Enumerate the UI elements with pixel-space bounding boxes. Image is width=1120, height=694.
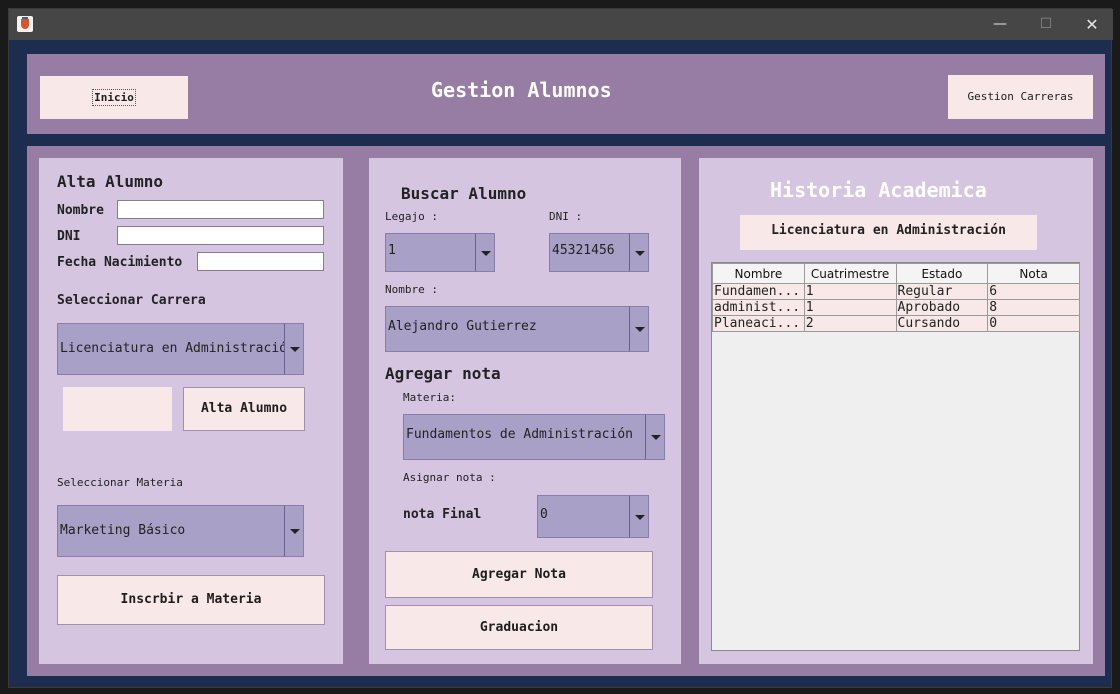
title-bar: — ☐ ✕ [9, 9, 1113, 40]
dni-input[interactable] [117, 226, 324, 245]
chevron-down-icon[interactable] [475, 233, 495, 272]
nombre-select[interactable]: Alejandro Gutierrez [385, 306, 649, 352]
alta-alumno-button[interactable]: Alta Alumno [183, 387, 305, 431]
header-panel: Inicio Gestion Alumnos Gestion Carreras [27, 54, 1105, 134]
empty-box [63, 387, 172, 431]
app-window: — ☐ ✕ Inicio Gestion Alumnos Gestion Car… [8, 8, 1113, 688]
agregar-nota-button[interactable]: Agregar Nota [385, 551, 653, 598]
main-area: Alta Alumno Nombre DNI Fecha Nacimiento … [27, 146, 1105, 676]
table-cell[interactable]: Regular [895, 283, 989, 300]
column-header[interactable]: Nombre [712, 263, 805, 284]
historia-grid: Nombre Cuatrimestre Estado Nota Fundamen… [712, 263, 1080, 332]
materia-select-value: Marketing Básico [60, 523, 186, 538]
minimize-button[interactable]: — [977, 9, 1023, 40]
table-cell[interactable]: administ... [712, 299, 805, 316]
seleccionar-materia-label: Seleccionar Materia [57, 476, 183, 489]
table-cell[interactable]: 1 [803, 283, 897, 300]
carrera-label: Licenciatura en Administración [740, 215, 1037, 250]
table-cell[interactable]: Planeaci... [712, 315, 805, 332]
legajo-select-value: 1 [388, 243, 396, 258]
table-header-row: Nombre Cuatrimestre Estado Nota [712, 263, 1080, 284]
chevron-down-icon[interactable] [284, 505, 304, 557]
historia-academica-panel: Historia Academica Licenciatura en Admin… [699, 158, 1093, 664]
chevron-down-icon[interactable] [645, 414, 665, 460]
buscar-alumno-panel: Buscar Alumno Legajo : DNI : 1 45321456 … [369, 158, 681, 664]
table-cell[interactable]: 0 [987, 315, 1080, 332]
carrera-select[interactable]: Licenciatura en Administración [57, 323, 304, 375]
table-row[interactable]: administ... 1 Aprobado 8 [712, 299, 1080, 316]
gestion-carreras-button[interactable]: Gestion Carreras [948, 75, 1093, 119]
inicio-button-label: Inicio [92, 89, 136, 106]
nombre-select-value: Alejandro Gutierrez [388, 319, 537, 334]
dni-search-label: DNI : [549, 210, 583, 223]
chevron-down-icon[interactable] [629, 233, 649, 272]
table-cell[interactable]: Fundamen... [712, 283, 805, 300]
inicio-button[interactable]: Inicio [40, 76, 188, 119]
column-header[interactable]: Cuatrimestre [803, 263, 897, 284]
legajo-select[interactable]: 1 [385, 233, 495, 272]
nota-final-label: nota Final [403, 507, 482, 522]
table-cell[interactable]: 1 [803, 299, 897, 316]
historia-academica-title: Historia Academica [770, 178, 987, 202]
table-cell[interactable]: Cursando [895, 315, 989, 332]
legajo-label: Legajo : [385, 210, 438, 223]
seleccionar-carrera-label: Seleccionar Carrera [57, 293, 206, 308]
table-cell[interactable]: 6 [987, 283, 1080, 300]
fecha-nacimiento-label: Fecha Nacimiento [57, 255, 183, 270]
maximize-button[interactable]: ☐ [1023, 9, 1069, 40]
buscar-alumno-title: Buscar Alumno [401, 184, 527, 203]
historia-table[interactable]: Nombre Cuatrimestre Estado Nota Fundamen… [711, 262, 1080, 651]
table-cell[interactable]: 8 [987, 299, 1080, 316]
close-button[interactable]: ✕ [1069, 9, 1115, 40]
table-row[interactable]: Planeaci... 2 Cursando 0 [712, 315, 1080, 332]
java-icon [17, 16, 33, 32]
alta-alumno-panel: Alta Alumno Nombre DNI Fecha Nacimiento … [39, 158, 343, 664]
column-header[interactable]: Estado [895, 263, 989, 284]
agregar-nota-title: Agregar nota [385, 364, 501, 383]
dni-select-value: 45321456 [552, 243, 615, 258]
materia-select[interactable]: Marketing Básico [57, 505, 304, 557]
graduacion-button[interactable]: Graduacion [385, 605, 653, 650]
materia-nota-label: Materia: [403, 391, 456, 404]
nota-final-select[interactable]: 0 [537, 495, 649, 538]
dni-select[interactable]: 45321456 [549, 233, 649, 272]
fecha-nacimiento-input[interactable] [197, 252, 324, 271]
chevron-down-icon[interactable] [629, 306, 649, 352]
inscribir-materia-button[interactable]: Inscrbir a Materia [57, 575, 325, 625]
asignar-nota-label: Asignar nota : [403, 471, 496, 484]
materia-nota-select[interactable]: Fundamentos de Administración [403, 414, 665, 460]
nota-final-select-value: 0 [540, 507, 548, 522]
table-row[interactable]: Fundamen... 1 Regular 6 [712, 283, 1080, 300]
materia-nota-select-value: Fundamentos de Administración [406, 427, 633, 442]
dni-label: DNI [57, 229, 81, 244]
nombre-search-label: Nombre : [385, 283, 438, 296]
table-cell[interactable]: Aprobado [895, 299, 989, 316]
carrera-select-value: Licenciatura en Administración [60, 341, 295, 356]
alta-alumno-title: Alta Alumno [57, 172, 163, 191]
chevron-down-icon[interactable] [629, 495, 649, 538]
chevron-down-icon[interactable] [284, 323, 304, 375]
nombre-input[interactable] [117, 200, 324, 219]
column-header[interactable]: Nota [987, 263, 1080, 284]
table-cell[interactable]: 2 [803, 315, 897, 332]
page-title: Gestion Alumnos [431, 78, 612, 102]
nombre-label: Nombre [57, 203, 104, 218]
